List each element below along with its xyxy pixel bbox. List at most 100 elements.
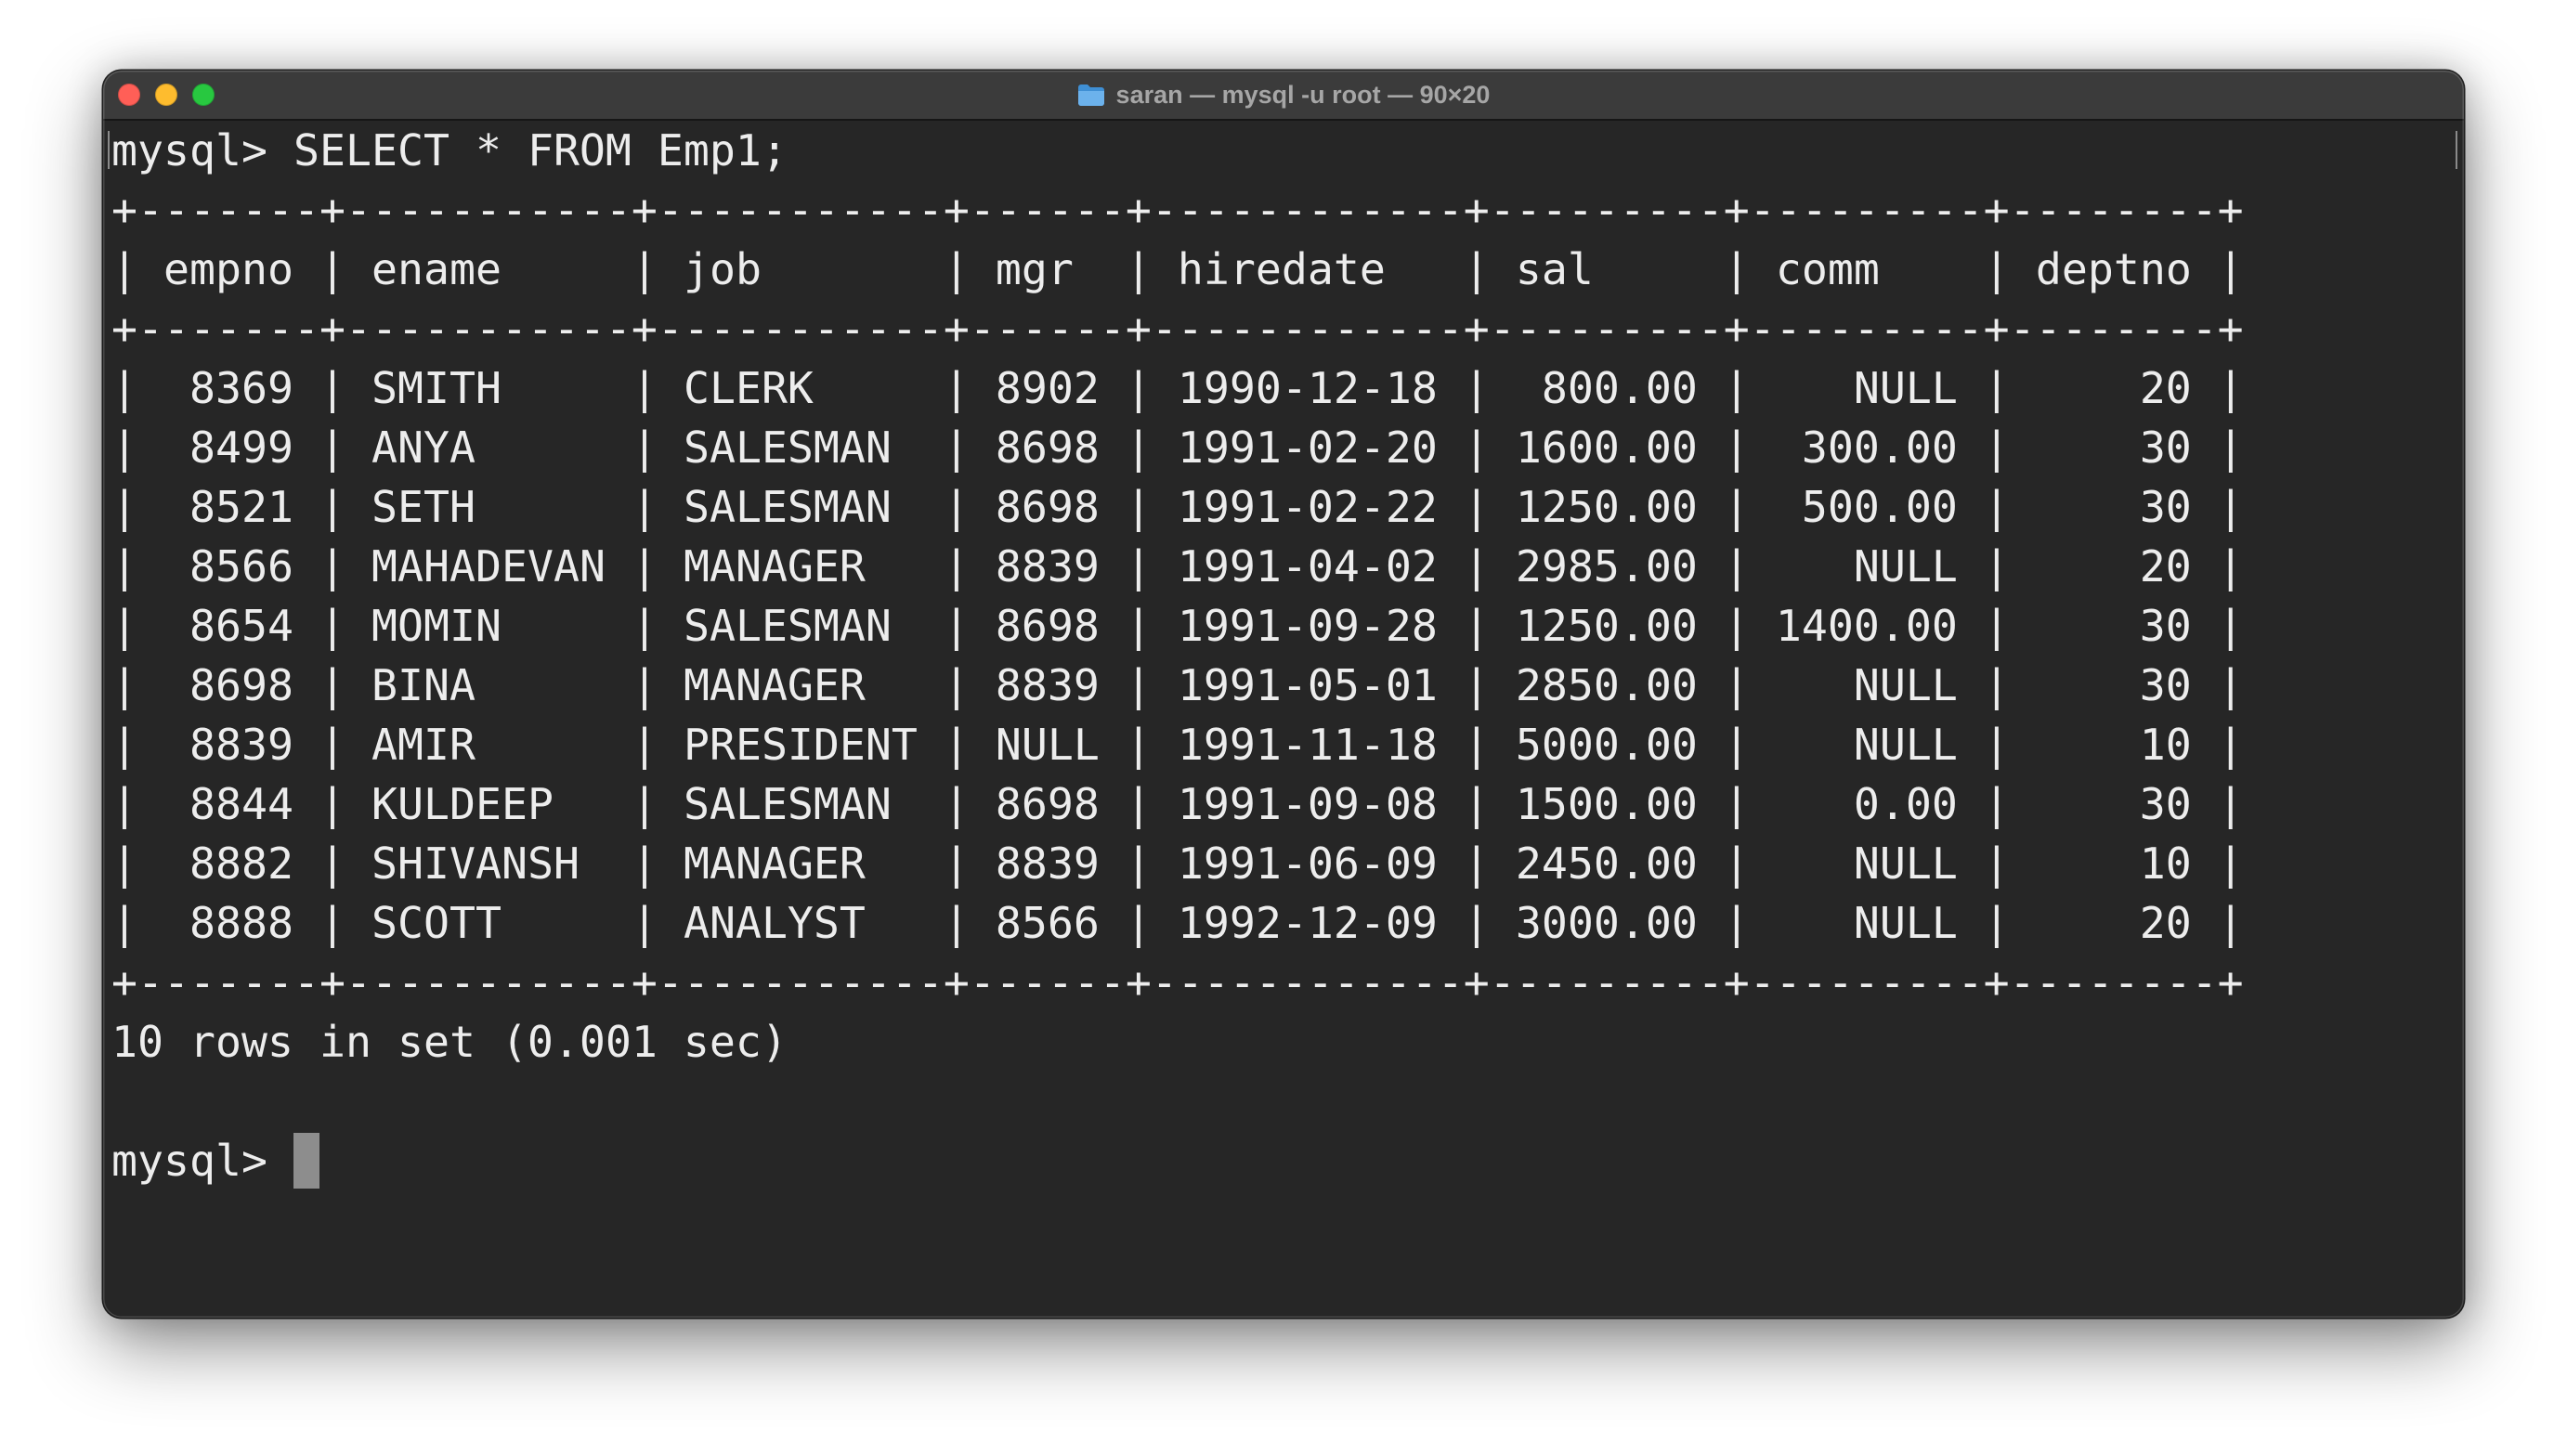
column-separator: | xyxy=(319,779,345,829)
column-separator: | xyxy=(1723,541,1750,592)
cell-deptno: 20 xyxy=(2139,363,2192,413)
column-separator: | xyxy=(1723,660,1750,710)
title-bar[interactable]: saran — mysql -u root — 90×20 xyxy=(103,71,2464,121)
cell-mgr: NULL xyxy=(995,720,1100,770)
terminal-window[interactable]: saran — mysql -u root — 90×20 mysql> SEL… xyxy=(103,71,2464,1318)
terminal-output[interactable]: mysql> SELECT * FROM Emp1; +-------+----… xyxy=(111,121,2464,1318)
cell-comm: 500.00 xyxy=(1801,482,1958,532)
cell-empno: 8521 xyxy=(189,482,293,532)
column-separator: | xyxy=(1723,838,1750,889)
table-row: | 8844 | KULDEEP | SALESMAN | 8698 | 199… xyxy=(111,774,2464,834)
column-separator: | xyxy=(1125,660,1152,710)
column-separator: | xyxy=(943,363,970,413)
column-separator: | xyxy=(631,660,658,710)
table-header-row: | empno | ename | job | mgr | hiredate |… xyxy=(111,240,2464,299)
column-separator: | xyxy=(1723,779,1750,829)
cell-job: MANAGER xyxy=(683,541,866,592)
column-separator: | xyxy=(1723,422,1750,473)
input-line[interactable]: mysql> xyxy=(111,1131,2464,1190)
column-separator: | xyxy=(319,660,345,710)
table-row: | 8654 | MOMIN | SALESMAN | 8698 | 1991-… xyxy=(111,596,2464,656)
column-separator: | xyxy=(1723,898,1750,948)
column-separator: | xyxy=(319,838,345,889)
cell-deptno: 10 xyxy=(2139,720,2192,770)
cell-deptno: 20 xyxy=(2139,898,2192,948)
column-separator: | xyxy=(111,244,137,294)
table-row: | 8698 | BINA | MANAGER | 8839 | 1991-05… xyxy=(111,656,2464,715)
table-body: | 8369 | SMITH | CLERK | 8902 | 1990-12-… xyxy=(111,358,2464,953)
cell-hiredate: 1991-06-09 xyxy=(1177,838,1438,889)
prompt: mysql> xyxy=(111,1136,267,1186)
column-separator: | xyxy=(111,363,137,413)
column-separator: | xyxy=(319,541,345,592)
table-row: | 8839 | AMIR | PRESIDENT | NULL | 1991-… xyxy=(111,715,2464,774)
column-header-mgr: mgr xyxy=(995,244,1074,294)
column-separator: | xyxy=(943,244,970,294)
cell-mgr: 8566 xyxy=(995,898,1100,948)
cell-ename: BINA xyxy=(371,660,476,710)
column-separator: | xyxy=(943,720,970,770)
table-border-bottom: +-------+-----------+-----------+------+… xyxy=(111,957,2244,1008)
column-separator: | xyxy=(319,482,345,532)
column-separator: | xyxy=(631,720,658,770)
column-separator: | xyxy=(943,898,970,948)
cell-hiredate: 1992-12-09 xyxy=(1177,898,1438,948)
column-separator: | xyxy=(1723,601,1750,651)
cell-ename: MOMIN xyxy=(371,601,502,651)
cell-sal: 800.00 xyxy=(1541,363,1698,413)
column-separator: | xyxy=(1463,601,1490,651)
column-separator: | xyxy=(631,898,658,948)
table-border-header: +-------+-----------+-----------+------+… xyxy=(111,304,2244,354)
cell-sal: 1250.00 xyxy=(1515,601,1698,651)
command-line: mysql> SELECT * FROM Emp1; xyxy=(111,121,2464,180)
column-separator: | xyxy=(1125,779,1152,829)
cell-mgr: 8839 xyxy=(995,838,1100,889)
column-separator: | xyxy=(1983,482,2010,532)
cell-deptno: 20 xyxy=(2139,541,2192,592)
cell-empno: 8844 xyxy=(189,779,293,829)
cell-hiredate: 1991-04-02 xyxy=(1177,541,1438,592)
cell-job: ANALYST xyxy=(683,898,866,948)
cell-hiredate: 1991-02-22 xyxy=(1177,482,1438,532)
column-separator: | xyxy=(1723,720,1750,770)
cell-job: MANAGER xyxy=(683,660,866,710)
column-separator: | xyxy=(111,422,137,473)
column-separator: | xyxy=(1723,482,1750,532)
table-row: | 8566 | MAHADEVAN | MANAGER | 8839 | 19… xyxy=(111,537,2464,596)
column-separator: | xyxy=(2217,363,2244,413)
cell-deptno: 30 xyxy=(2139,601,2192,651)
column-separator: | xyxy=(111,838,137,889)
cell-comm: NULL xyxy=(1853,541,1958,592)
folder-icon xyxy=(1077,84,1104,106)
column-separator: | xyxy=(1125,898,1152,948)
column-separator: | xyxy=(631,482,658,532)
cell-empno: 8566 xyxy=(189,541,293,592)
cell-mgr: 8698 xyxy=(995,422,1100,473)
column-header-sal: sal xyxy=(1515,244,1594,294)
column-separator: | xyxy=(319,720,345,770)
column-separator: | xyxy=(1125,720,1152,770)
column-separator: | xyxy=(111,541,137,592)
column-separator: | xyxy=(2217,601,2244,651)
column-separator: | xyxy=(1463,898,1490,948)
column-separator: | xyxy=(319,244,345,294)
column-separator: | xyxy=(943,422,970,473)
column-separator: | xyxy=(2217,244,2244,294)
column-separator: | xyxy=(631,838,658,889)
column-separator: | xyxy=(631,601,658,651)
column-separator: | xyxy=(1983,660,2010,710)
column-separator: | xyxy=(2217,838,2244,889)
cell-mgr: 8698 xyxy=(995,601,1100,651)
cell-empno: 8654 xyxy=(189,601,293,651)
column-separator: | xyxy=(111,779,137,829)
column-separator: | xyxy=(631,541,658,592)
cell-mgr: 8839 xyxy=(995,541,1100,592)
cell-comm: NULL xyxy=(1853,363,1958,413)
cell-deptno: 30 xyxy=(2139,422,2192,473)
cell-empno: 8882 xyxy=(189,838,293,889)
column-separator: | xyxy=(1463,422,1490,473)
cell-deptno: 30 xyxy=(2139,482,2192,532)
column-separator: | xyxy=(1125,482,1152,532)
column-separator: | xyxy=(943,779,970,829)
column-separator: | xyxy=(631,244,658,294)
